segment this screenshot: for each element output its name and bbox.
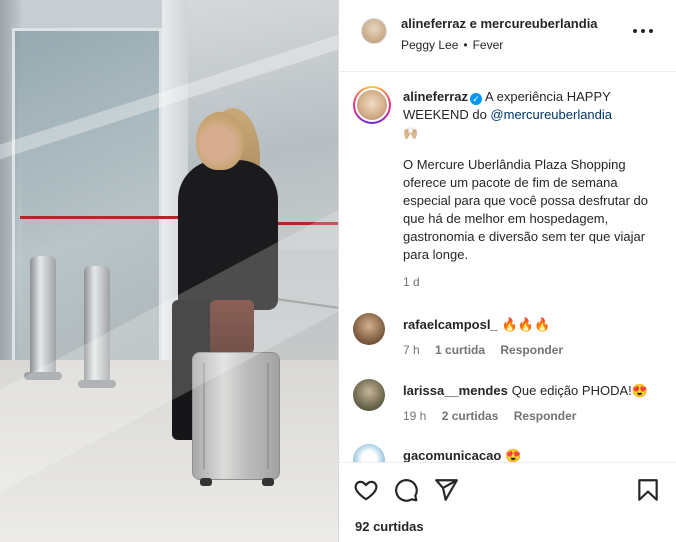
caption-paragraph: O Mercure Uberlândia Plaza Shopping ofer… xyxy=(403,157,648,262)
comment-item: gacomunicacao 😍 xyxy=(339,444,676,462)
bookmark-icon[interactable] xyxy=(635,477,661,503)
share-icon[interactable] xyxy=(433,477,459,503)
commenter-avatar[interactable] xyxy=(353,444,385,462)
caption-username[interactable]: alineferraz xyxy=(403,89,468,104)
post-caption: alineferraz ✓ A experiência HAPPY WEEKEND … xyxy=(403,88,665,264)
media-suitcase-wheel xyxy=(262,478,274,486)
post-header: alineferraz e mercureuberlandia Peggy Le… xyxy=(339,0,676,72)
comment-item: larissa__mendes Que edição PHODA!😍 19 h 2… xyxy=(339,379,676,431)
comment-item: rafaelcamposl_ 🔥🔥🔥 7 h 1 curtida Responde… xyxy=(339,313,676,365)
comment-time[interactable]: 7 h xyxy=(403,343,420,357)
reply-button[interactable]: Responder xyxy=(514,409,577,423)
commenter-avatar[interactable] xyxy=(353,379,385,411)
post-actions-bar: 92 curtidas xyxy=(339,462,676,542)
comment-text: Que edição PHODA!😍 xyxy=(511,383,648,398)
comment-text: 😍 xyxy=(505,448,522,462)
caption-emojis: 🙌🏼 xyxy=(403,126,419,140)
author-avatar[interactable] xyxy=(361,18,387,44)
comment-text-row: rafaelcamposl_ 🔥🔥🔥 xyxy=(403,317,550,333)
comment-icon[interactable] xyxy=(393,477,419,503)
media-suitcase-wheel xyxy=(200,478,212,486)
audio-track[interactable]: Fever xyxy=(473,38,504,52)
reply-button[interactable]: Responder xyxy=(500,343,563,357)
commenter-avatar[interactable] xyxy=(353,313,385,345)
media-rope xyxy=(20,216,188,219)
comment-username[interactable]: rafaelcamposl_ xyxy=(403,317,498,332)
audio-separator: • xyxy=(463,38,468,52)
media-person-face xyxy=(196,112,244,170)
verified-badge-icon: ✓ xyxy=(470,93,483,105)
comment-username[interactable]: gacomunicacao xyxy=(403,448,501,462)
media-stanchion xyxy=(24,256,62,380)
caption-author-avatar[interactable] xyxy=(355,88,389,122)
post-media[interactable] xyxy=(0,0,338,542)
comment-likes[interactable]: 2 curtidas xyxy=(442,409,499,423)
more-options-icon[interactable] xyxy=(633,26,653,36)
caption-mention-link[interactable]: @mercureuberlandia xyxy=(490,107,612,122)
comment-text-row: gacomunicacao 😍 xyxy=(403,448,521,462)
heart-icon[interactable] xyxy=(353,477,379,503)
post-audio[interactable]: Peggy Lee • Fever xyxy=(401,38,503,52)
audio-artist[interactable]: Peggy Lee xyxy=(401,38,458,52)
comment-time[interactable]: 19 h xyxy=(403,409,426,423)
comment-text-row: larissa__mendes Que edição PHODA!😍 xyxy=(403,383,648,399)
post-authors[interactable]: alineferraz e mercureuberlandia xyxy=(401,16,598,31)
comment-likes[interactable]: 1 curtida xyxy=(435,343,485,357)
comment-meta: 19 h 2 curtidas Responder xyxy=(403,409,588,423)
comment-meta: 7 h 1 curtida Responder xyxy=(403,343,575,357)
likes-count[interactable]: 92 curtidas xyxy=(355,519,424,534)
comment-text: 🔥🔥🔥 xyxy=(501,317,551,332)
comments-scroll-area[interactable]: alineferraz ✓ A experiência HAPPY WEEKEND … xyxy=(339,72,676,462)
post-detail-panel: alineferraz e mercureuberlandia Peggy Le… xyxy=(338,0,676,542)
comment-username[interactable]: larissa__mendes xyxy=(403,383,508,398)
caption-timestamp[interactable]: 1 d xyxy=(403,275,420,289)
